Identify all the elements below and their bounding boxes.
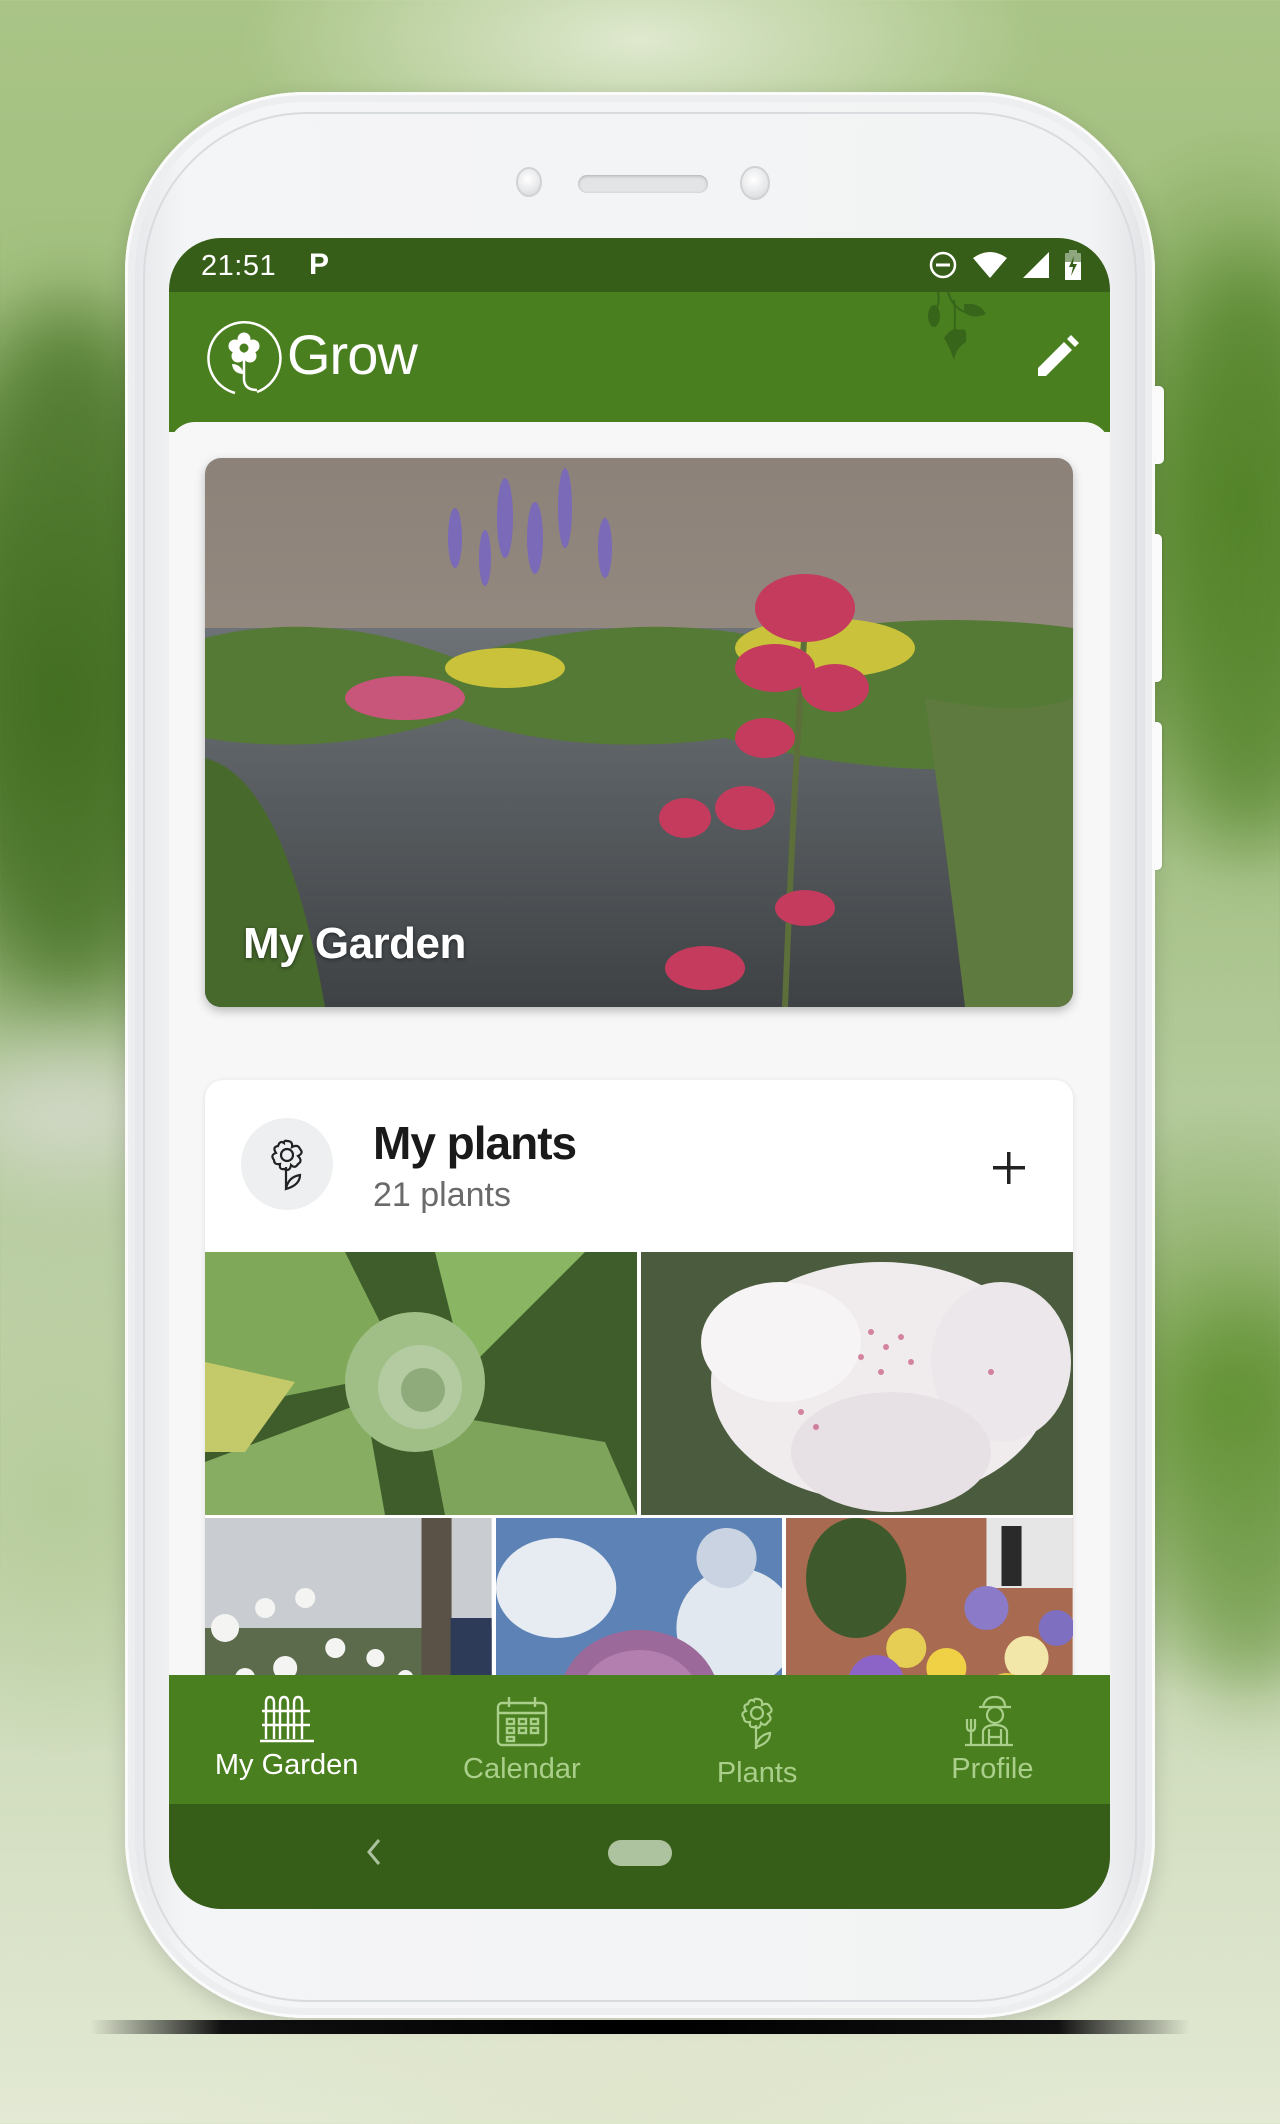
nav-item-my-garden[interactable]: My Garden xyxy=(169,1675,404,1804)
cell-signal-icon xyxy=(1023,252,1049,278)
plant-photo-row xyxy=(205,1252,1073,1515)
my-plants-card: My plants 21 plants xyxy=(205,1080,1073,1675)
phone-power-button xyxy=(1155,386,1164,464)
flower-icon xyxy=(271,1139,303,1191)
nav-item-profile[interactable]: Profile xyxy=(875,1675,1110,1804)
rhododendron-photo xyxy=(641,1252,1073,1515)
status-bar: 21:51 P xyxy=(169,238,1110,292)
do-not-disturb-icon xyxy=(929,251,957,279)
plant-photo-tile[interactable] xyxy=(205,1252,637,1515)
back-chevron-icon[interactable] xyxy=(359,1832,389,1872)
earpiece-speaker xyxy=(578,175,708,193)
nav-item-plants[interactable]: Plants xyxy=(640,1675,875,1804)
flower-circle-logo-icon xyxy=(207,321,282,395)
plants-count: 21 plants xyxy=(373,1176,511,1214)
proximity-sensor xyxy=(740,166,770,200)
nav-item-calendar[interactable]: Calendar xyxy=(404,1675,639,1804)
parking-p-icon: P xyxy=(309,248,330,281)
pencil-icon[interactable] xyxy=(1030,332,1082,384)
my-garden-hero-card[interactable]: My Garden xyxy=(205,458,1073,1007)
plant-photo-row xyxy=(205,1518,1073,1675)
battery-charging-icon xyxy=(1065,250,1081,280)
main-content: My Garden My plants 21 plants xyxy=(169,422,1110,1675)
wifi-icon xyxy=(973,252,1007,278)
plant-photo-tile[interactable] xyxy=(641,1252,1073,1515)
fence-icon xyxy=(259,1695,314,1743)
phone-volume-up-button xyxy=(1155,534,1162,682)
home-pill-button[interactable] xyxy=(608,1840,672,1866)
mullein-photo xyxy=(205,1252,637,1515)
front-camera xyxy=(516,167,542,197)
nav-label: My Garden xyxy=(214,1749,359,1781)
nav-label: Plants xyxy=(716,1757,798,1789)
app-title: Grow xyxy=(287,323,418,386)
background-blur xyxy=(1150,250,1280,850)
nav-label: Profile xyxy=(951,1753,1034,1785)
daisies-photo xyxy=(205,1518,492,1675)
my-plants-header[interactable]: My plants 21 plants xyxy=(205,1080,1073,1252)
flower-icon xyxy=(741,1697,773,1749)
status-time: 21:51 xyxy=(201,250,277,282)
allium-photo xyxy=(495,1518,783,1675)
plant-photo-tile[interactable] xyxy=(205,1518,492,1675)
plants-icon-badge xyxy=(241,1118,333,1210)
plant-photo-tile[interactable] xyxy=(786,1518,1073,1675)
plant-photo-tile[interactable] xyxy=(495,1518,783,1675)
status-icons xyxy=(928,250,1082,280)
phone-volume-down-button xyxy=(1155,722,1162,870)
phone-screen: 21:51 P Grow My Garden My plants 21 plan… xyxy=(169,238,1110,1909)
background-blur xyxy=(1160,1300,1280,1700)
vine-decoration-icon xyxy=(928,292,986,360)
calendar-icon xyxy=(496,1697,548,1747)
plants-title: My plants xyxy=(373,1117,577,1169)
app-bar: Grow xyxy=(169,292,1110,432)
nav-label: Calendar xyxy=(463,1753,581,1785)
bottom-navigation: My Garden Calendar Plants Profile xyxy=(169,1675,1110,1804)
phone-ground-shadow xyxy=(90,2020,1190,2034)
plus-icon[interactable] xyxy=(981,1140,1037,1196)
pansies-photo xyxy=(786,1518,1073,1675)
hero-title: My Garden xyxy=(243,919,466,968)
gardener-icon xyxy=(965,1695,1014,1747)
system-navigation-bar xyxy=(169,1804,1110,1909)
